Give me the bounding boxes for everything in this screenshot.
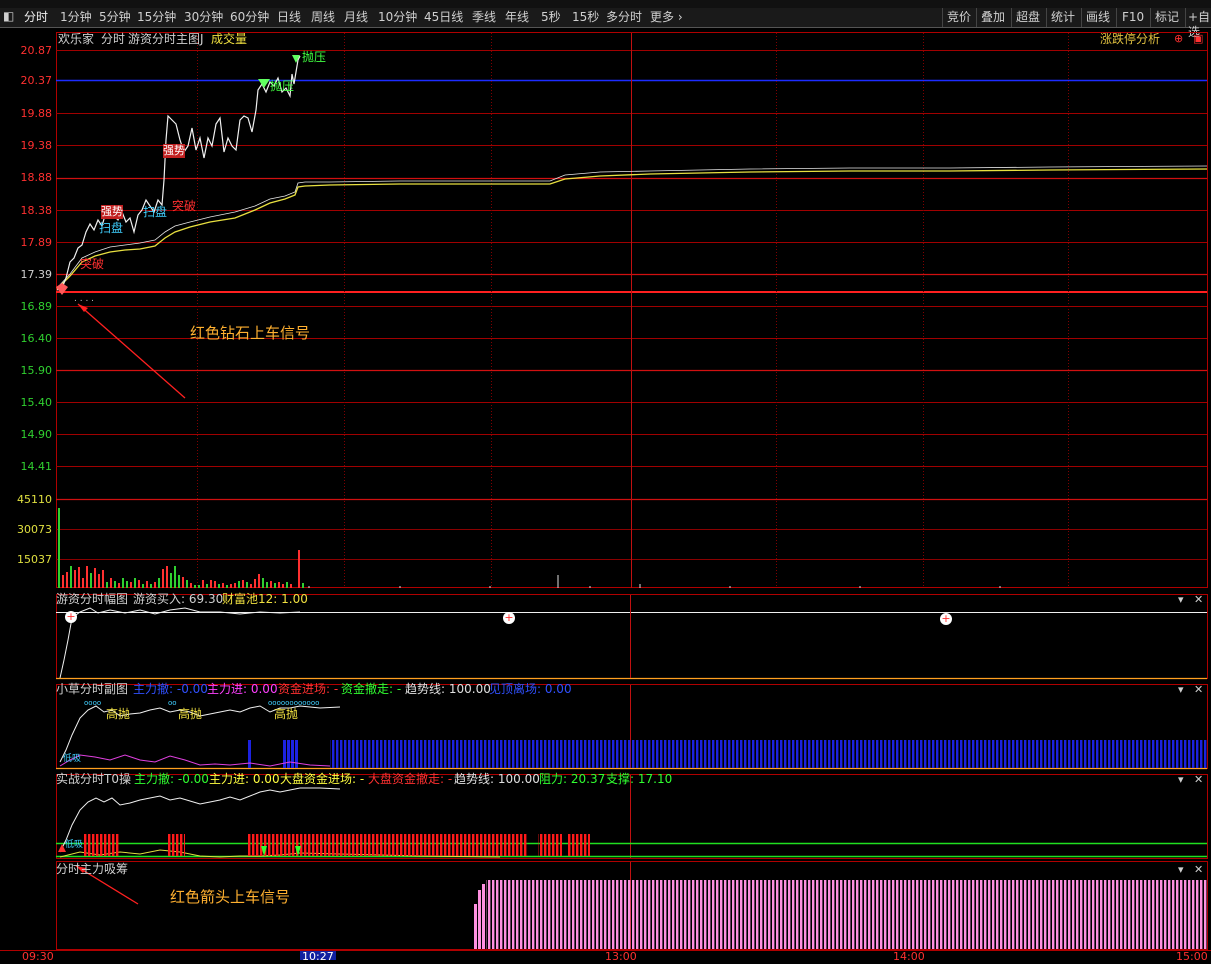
chart-mode: 分时 [101, 32, 126, 46]
panel3-dropdown-icon[interactable]: ▾ [1178, 683, 1184, 696]
panel3-title[interactable]: 小草分时副图 [56, 682, 128, 696]
price-tick: 14.90 [20, 428, 53, 441]
signal-buy-low: 低吸 [63, 754, 82, 764]
panel4-item: 阻力: 20.37 [539, 772, 606, 786]
signal-sell-high: 高抛 [178, 707, 203, 721]
panel4-item: 主力撤: -0.00 [134, 772, 209, 786]
svg-text:oooo: oooo [84, 699, 101, 707]
svg-text:oo: oo [168, 699, 177, 707]
price-tick: 19.88 [20, 107, 53, 120]
panel5-dropdown-icon[interactable]: ▾ [1178, 863, 1184, 876]
panel4-item: 主力进: 0.00 [209, 772, 280, 786]
panel5-close-icon[interactable]: ✕ [1194, 863, 1203, 876]
panel3-item: 趋势线: 100.00 [405, 682, 491, 696]
panel2-dropdown-icon[interactable]: ▾ [1178, 593, 1184, 606]
price-tick: 15.90 [20, 364, 53, 377]
dot-marker: . . . . [74, 294, 95, 304]
price-tick: 15.40 [20, 396, 53, 409]
price-tick: 17.39 [20, 268, 53, 281]
panel4-close-icon[interactable]: ✕ [1194, 773, 1203, 786]
panel2-buy-value: 游资买入: 69.30 [133, 592, 224, 606]
price-tick: 16.89 [20, 300, 53, 313]
volume-label: 成交量 [211, 32, 248, 46]
time-tick: 15:00 [1176, 950, 1208, 963]
price-tick: 20.37 [20, 74, 53, 87]
signal-pressure: 抛压 [270, 79, 295, 93]
signal-sell-high: 高抛 [274, 707, 299, 721]
panel4-item: 大盘资金撤走: - [368, 772, 453, 786]
panel2-pool-value: 财富池12: 1.00 [222, 592, 308, 606]
panel2-close-icon[interactable]: ✕ [1194, 593, 1203, 606]
limit-analysis-link[interactable]: 涨跌停分析 [1100, 32, 1160, 46]
panel4-item: 大盘资金进场: - [280, 772, 365, 786]
price-tick: 20.87 [20, 44, 53, 57]
plus-circle-icon: + [503, 611, 515, 624]
panel4-item: 支撑: 17.10 [606, 772, 673, 786]
price-tick: 19.38 [20, 139, 53, 152]
price-tick: 18.88 [20, 171, 53, 184]
time-tick: 14:00 [893, 950, 925, 963]
signal-strong: 强势 [163, 144, 185, 158]
panel4-title[interactable]: 实战分时T0操 [56, 772, 131, 786]
signal-breakout: 突破 [80, 257, 105, 271]
signal-strong: 强势 [101, 205, 123, 219]
panel3-item: 主力进: 0.00 [207, 682, 278, 696]
panel4-dropdown-icon[interactable]: ▾ [1178, 773, 1184, 786]
price-tick: 16.40 [20, 332, 53, 345]
panel3-item: 资金撤走: - [341, 682, 402, 696]
price-tick: 14.41 [20, 460, 53, 473]
signal-sell-high: 高抛 [106, 707, 131, 721]
plus-circle-icon: + [65, 610, 77, 623]
volume-tick: 45110 [17, 493, 52, 506]
volume-tick: 30073 [17, 523, 52, 536]
signal-sweep: 扫盘 [99, 221, 124, 235]
signal-pressure: 抛压 [302, 50, 327, 64]
panel3-item: 资金进场: - [278, 682, 339, 696]
time-tick: 13:00 [605, 950, 637, 963]
panel3-close-icon[interactable]: ✕ [1194, 683, 1203, 696]
annotation-arrow: 红色箭头上车信号 [170, 888, 291, 906]
panel3-item: 见顶离场: 0.00 [489, 682, 572, 696]
stock-name: 欢乐家 [58, 32, 95, 46]
panel4-item: 趋势线: 100.00 [454, 772, 540, 786]
price-tick: 18.38 [20, 204, 53, 217]
plus-circle-icon: + [940, 612, 952, 625]
panel3-item: 主力撤: -0.00 [133, 682, 208, 696]
time-tick: 09:30 [22, 950, 54, 963]
annotation-diamond: 红色钻石上车信号 [190, 324, 311, 342]
indicator-name[interactable]: 游资分时主图J [128, 32, 204, 46]
time-cursor-label: 10:27 [302, 950, 334, 963]
add-icon[interactable]: ⊕ [1174, 32, 1183, 46]
panel2-title[interactable]: 游资分时幅图 [56, 592, 128, 606]
maximize-icon[interactable]: ▣ [1193, 32, 1203, 46]
signal-breakout: 突破 [172, 199, 197, 213]
signal-sweep: 扫盘 [143, 205, 168, 219]
panel5-title[interactable]: 分时主力吸筹 [56, 862, 128, 876]
svg-text:oooooooooooo: oooooooooooo [268, 699, 319, 707]
signal-buy-low: 低吸 [65, 840, 84, 850]
volume-tick: 15037 [17, 553, 52, 566]
price-tick: 17.89 [20, 236, 53, 249]
